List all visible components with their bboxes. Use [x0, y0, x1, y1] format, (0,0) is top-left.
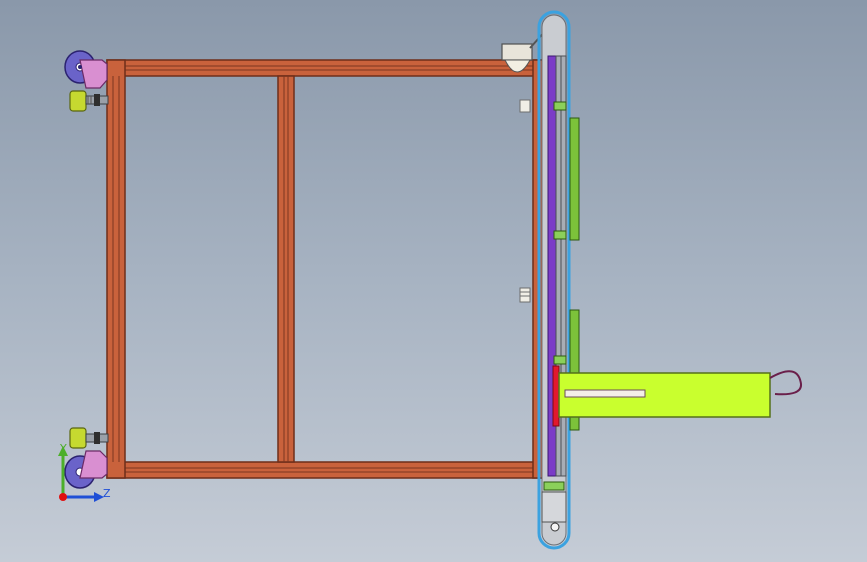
green-side-rail-upper: [569, 117, 580, 241]
leveling-foot-top: [69, 90, 109, 112]
motor-body: [541, 491, 567, 523]
mount-block-middle: [519, 287, 531, 303]
y-axis-label: Y: [59, 442, 67, 455]
mount-block-top: [519, 99, 531, 113]
red-plate: [552, 365, 560, 427]
caster-bracket: [79, 59, 108, 89]
z-axis-label: Z: [103, 487, 111, 500]
frame-assembly-drawing: Y Z: [58, 10, 802, 550]
actuator-cable: [769, 370, 802, 396]
caster-axle: [78, 65, 82, 69]
top-rail: [106, 59, 551, 77]
caster-bottom: [64, 450, 108, 489]
foot-nut: [94, 94, 100, 106]
x-axis-dot: [59, 493, 67, 501]
middle-post: [277, 75, 295, 463]
rail-bracket-3: [553, 355, 567, 365]
linear-actuator: [558, 370, 802, 418]
foot-nut: [94, 432, 100, 444]
caster-top: [64, 50, 108, 89]
rail-bracket-4: [543, 481, 565, 491]
motor-pulley: [550, 522, 560, 532]
leveling-foot-bottom: [69, 427, 109, 449]
foot-pad: [69, 90, 87, 112]
cad-viewport[interactable]: Y Z: [0, 0, 867, 562]
motor-housing: [501, 43, 533, 61]
actuator-slot: [564, 389, 646, 398]
rail-bracket-2: [553, 230, 567, 240]
foot-pad: [69, 427, 87, 449]
left-post: [106, 59, 126, 479]
bottom-rail: [106, 461, 551, 479]
aluminum-frame: [106, 59, 551, 479]
caster-bracket: [79, 450, 108, 479]
rail-bracket-1: [553, 101, 567, 111]
